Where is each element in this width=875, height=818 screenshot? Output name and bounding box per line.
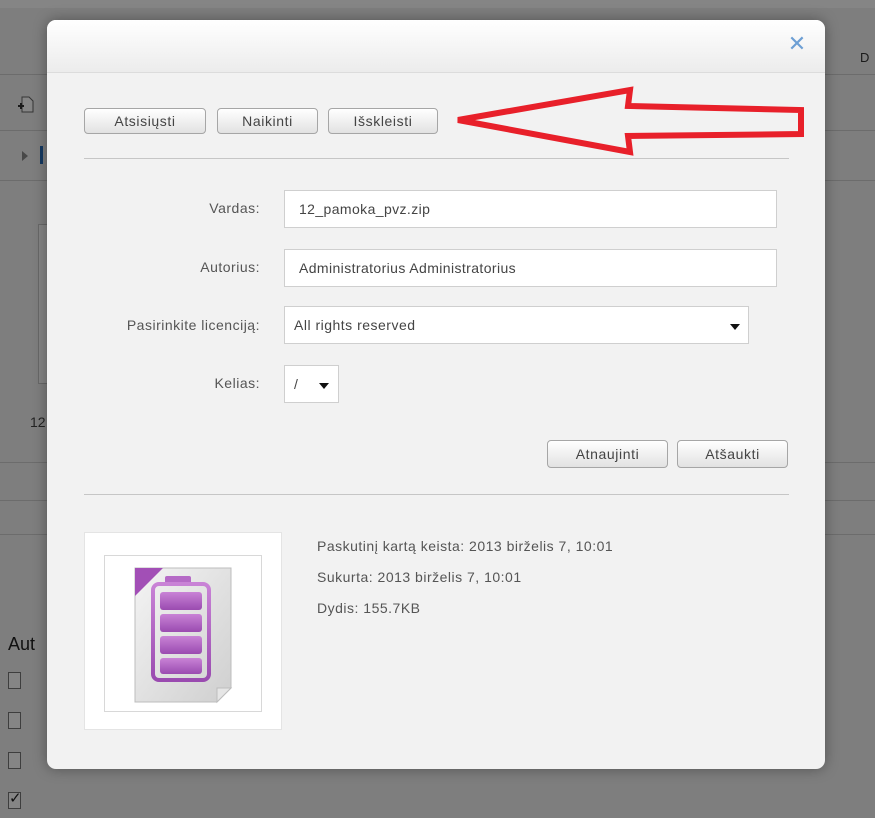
red-arrow-annotation — [457, 86, 804, 156]
